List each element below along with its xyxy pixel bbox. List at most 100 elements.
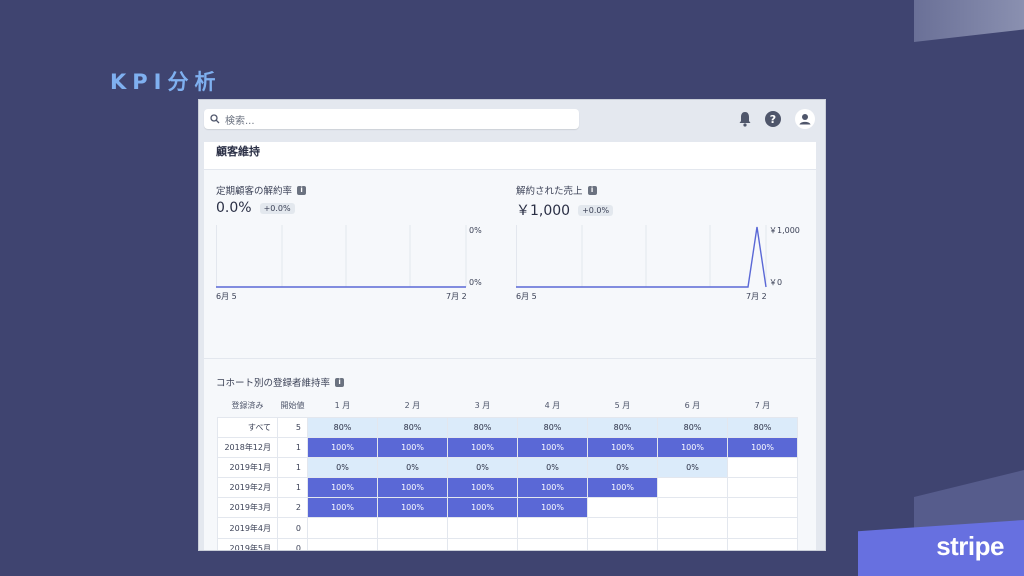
cohort-title: コホート別の登録者維持率 i — [216, 375, 345, 389]
cohort-cell: 100% — [447, 436, 518, 458]
cohort-cell — [377, 537, 448, 550]
cohort-cell: 100% — [517, 497, 588, 519]
cohort-cell — [587, 537, 658, 550]
cohort-cell — [727, 497, 798, 519]
decorative-band-right — [914, 470, 1024, 530]
churned-revenue-title: 解約された売上 i — [516, 183, 597, 197]
search-input[interactable]: 検索... — [204, 109, 579, 129]
cohort-header-row: 登録済み 開始値 1 月 2 月 3 月 4 月 5 月 6 月 7 月 — [218, 394, 798, 417]
churned-revenue-change-badge: +0.0% — [578, 204, 614, 216]
cohort-header: 3 月 — [474, 400, 491, 410]
churned-revenue-label: 解約された売上 — [516, 186, 583, 197]
section-title: 顧客維持 — [204, 142, 816, 170]
info-icon[interactable]: i — [297, 185, 307, 195]
cohort-start-value: 0 — [277, 517, 308, 539]
cohort-header: 6 月 — [684, 400, 701, 410]
churned-revenue-value-row: ￥1,000 +0.0% — [516, 200, 614, 220]
help-icon[interactable]: ? — [764, 110, 782, 128]
cohort-cell — [657, 477, 728, 499]
cohort-cell — [727, 456, 798, 479]
cohort-row-label: 2018年12月 — [217, 436, 278, 458]
user-avatar-icon[interactable] — [795, 109, 815, 129]
info-icon[interactable]: i — [335, 377, 345, 387]
cohort-header: 2 月 — [404, 400, 421, 410]
dashboard-window: 検索... ? 顧客維持 定期顧客の解約率 i 0.0% +0.0% 0% 0%… — [198, 99, 826, 551]
cohort-cell: 100% — [657, 436, 728, 458]
cohort-cell — [657, 497, 728, 519]
cohort-cell: 80% — [447, 416, 518, 438]
churn-rate-change-badge: +0.0% — [259, 202, 295, 214]
cohort-title-label: コホート別の登録者維持率 — [216, 378, 331, 389]
cohort-row: 2019年4月 0 — [217, 517, 798, 539]
cohort-cell: 80% — [587, 416, 658, 438]
churn-rate-value-row: 0.0% +0.0% — [216, 200, 295, 216]
cohort-start-value: 1 — [277, 436, 308, 458]
cohort-cell — [727, 477, 798, 499]
cohort-row: 2019年1月 1 0% 0% 0% 0% 0% 0% — [217, 456, 798, 479]
churn-rate-label: 定期顧客の解約率 — [216, 186, 293, 197]
cohort-cell — [657, 537, 728, 550]
cohort-cell — [517, 537, 588, 550]
search-placeholder: 検索... — [225, 115, 255, 127]
cohort-row: 2019年2月 1 100% 100% 100% 100% 100% — [217, 477, 798, 499]
cohort-cell: 80% — [657, 416, 728, 438]
cohort-row: 2019年3月 2 100% 100% 100% 100% — [217, 497, 798, 519]
cohort-row-label: すべて — [217, 416, 278, 438]
cohort-cell: 100% — [377, 497, 448, 519]
churned-revenue-line — [516, 226, 767, 288]
cohort-cell: 100% — [307, 477, 378, 499]
cohort-cell: 100% — [307, 497, 378, 519]
cohort-cell — [377, 517, 448, 539]
top-bar: 検索... ? — [199, 100, 825, 138]
churn-rate-x-start: 6月 5 — [216, 292, 237, 301]
info-icon[interactable]: i — [587, 185, 597, 195]
cohort-cell: 0% — [517, 456, 588, 479]
cohort-cell: 0% — [447, 456, 518, 479]
cohort-row-label: 2019年2月 — [217, 477, 278, 499]
cohort-cell — [307, 517, 378, 539]
cohort-header: 5 月 — [614, 400, 631, 410]
cohort-cell — [587, 497, 658, 519]
churn-rate-title: 定期顧客の解約率 i — [216, 183, 307, 197]
cohort-cell: 100% — [307, 436, 378, 458]
cohort-start-value: 1 — [277, 456, 308, 479]
cohort-cell: 100% — [377, 477, 448, 499]
cohort-cell — [447, 517, 518, 539]
churn-rate-y-bottom: 0% — [469, 278, 482, 287]
main-content: 顧客維持 定期顧客の解約率 i 0.0% +0.0% 0% 0% 6月 5 7月… — [204, 142, 816, 550]
cohort-cell: 100% — [727, 436, 798, 458]
cohort-cell: 80% — [377, 416, 448, 438]
cohort-cell: 0% — [377, 456, 448, 479]
stripe-logo-text: stripe — [936, 531, 1004, 561]
svg-text:?: ? — [770, 113, 776, 126]
cohort-cell — [587, 517, 658, 539]
cohort-cell: 100% — [447, 497, 518, 519]
cohort-cell: 80% — [727, 416, 798, 438]
cohort-cell: 80% — [307, 416, 378, 438]
cohort-cell: 100% — [587, 436, 658, 458]
cohort-header: 1 月 — [334, 400, 351, 410]
cohort-header: 4 月 — [544, 400, 561, 410]
slide-title: KPI分析 — [110, 70, 222, 94]
bell-icon[interactable] — [736, 110, 754, 128]
section-divider — [204, 358, 816, 359]
cohort-cell: 100% — [447, 477, 518, 499]
cohort-cell: 100% — [377, 436, 448, 458]
cohort-cell: 100% — [517, 477, 588, 499]
cohort-start-value: 5 — [277, 416, 308, 438]
cohort-cell: 100% — [517, 436, 588, 458]
churned-revenue-x-end: 7月 2 — [746, 292, 767, 301]
churned-revenue-chart: ￥1,000 ￥0 6月 5 7月 2 — [516, 225, 800, 301]
cohort-row-label: 2019年3月 — [217, 497, 278, 519]
stripe-logo: stripe — [858, 520, 1024, 576]
churned-revenue-x-start: 6月 5 — [516, 292, 537, 301]
cohort-cell — [447, 537, 518, 550]
cohort-row-label: 2019年4月 — [217, 517, 278, 539]
cohort-cell — [727, 517, 798, 539]
cohort-table: 登録済み 開始値 1 月 2 月 3 月 4 月 5 月 6 月 7 月 すべて… — [217, 394, 798, 550]
cohort-cell: 100% — [587, 477, 658, 499]
churned-revenue-y-top: ￥1,000 — [769, 226, 800, 235]
cohort-start-value: 0 — [277, 537, 308, 550]
search-icon — [210, 114, 220, 124]
churn-rate-y-top: 0% — [469, 226, 482, 235]
